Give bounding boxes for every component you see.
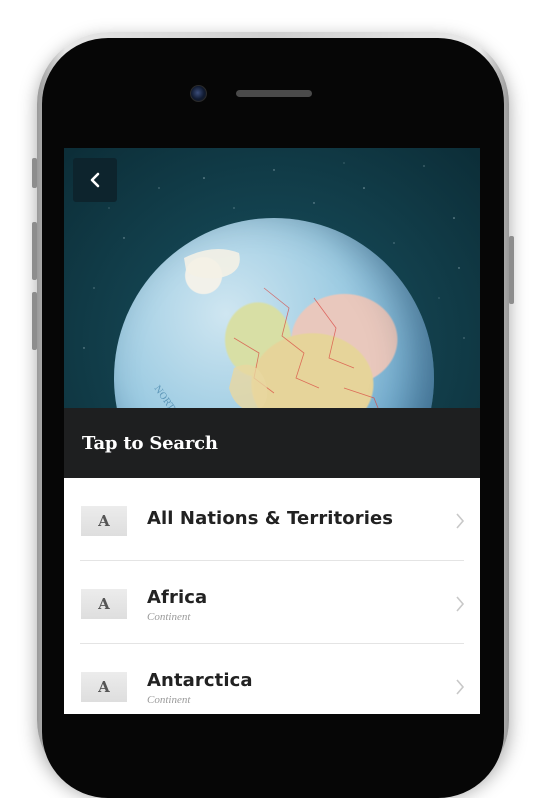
region-list: A All Nations & Territories A Africa Con… [64, 478, 480, 714]
list-item-title: Africa [147, 587, 208, 608]
front-camera [190, 85, 207, 102]
search-label: Tap to Search [82, 432, 218, 454]
list-item-subtitle: Continent [147, 611, 191, 623]
phone-mute-switch [32, 158, 37, 188]
list-item-title: Antarctica [147, 670, 253, 691]
letter-badge: A [81, 672, 127, 702]
list-item-africa[interactable]: A Africa Continent [64, 561, 480, 644]
list-item-subtitle: Continent [147, 694, 191, 706]
tap-to-search-bar[interactable]: Tap to Search [64, 408, 480, 478]
globe-image: NORTH ATLANTIC [114, 218, 434, 408]
list-item-antarctica[interactable]: A Antarctica Continent [64, 644, 480, 714]
phone-volume-down [32, 292, 37, 350]
phone-power-button [509, 236, 514, 304]
back-button[interactable] [73, 158, 117, 202]
globe-hero: NORTH ATLANTIC [64, 148, 480, 408]
chevron-right-icon [456, 513, 465, 529]
phone-volume-up [32, 222, 37, 280]
list-item-title: All Nations & Territories [147, 508, 394, 529]
letter-badge: A [81, 506, 127, 536]
chevron-right-icon [456, 679, 465, 695]
earpiece-speaker [236, 90, 312, 97]
app-screen: NORTH ATLANTIC Tap to Search A All Natio… [64, 148, 480, 714]
list-item-all-nations[interactable]: A All Nations & Territories [64, 478, 480, 561]
chevron-left-icon [90, 172, 100, 188]
chevron-right-icon [456, 596, 465, 612]
svg-text:NORTH: NORTH [152, 384, 181, 408]
letter-badge: A [81, 589, 127, 619]
